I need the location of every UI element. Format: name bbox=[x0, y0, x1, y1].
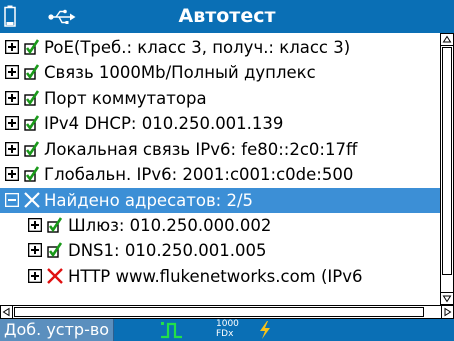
tree-row-link[interactable]: Связь 1000Mb/Полный дуплекс bbox=[0, 60, 440, 85]
fail-x-icon bbox=[47, 268, 63, 284]
expand-plus-icon[interactable] bbox=[5, 91, 19, 105]
pass-check-icon bbox=[47, 242, 63, 258]
expand-plus-icon[interactable] bbox=[5, 65, 19, 79]
expand-plus-icon[interactable] bbox=[5, 40, 19, 54]
tree-row-ipv6-global[interactable]: Глобальн. IPv6: 2001:c001:c0de:500 bbox=[0, 162, 440, 187]
vertical-scrollbar[interactable] bbox=[440, 33, 454, 305]
tree-row-http[interactable]: HTTP www.flukenetworks.com (IPv6 bbox=[0, 264, 440, 289]
tree-row-label: HTTP www.flukenetworks.com (IPv6 bbox=[68, 267, 363, 286]
tree-row-label: DNS1: 010.250.001.005 bbox=[68, 241, 267, 260]
tree-row-label: PoE(Треб.: класс 3, получ.: класс 3) bbox=[44, 38, 351, 57]
pass-check-icon bbox=[24, 39, 40, 55]
pass-check-icon bbox=[24, 166, 40, 182]
tree-row-label: Локальная связь IPv6: fe80::2c0:17ff bbox=[44, 140, 358, 159]
tree-row-label: Связь 1000Mb/Полный дуплекс bbox=[44, 63, 316, 82]
tree-row-gateway[interactable]: Шлюз: 010.250.000.002 bbox=[0, 213, 440, 238]
link-pulse-icon bbox=[161, 322, 182, 339]
pass-check-icon bbox=[24, 115, 40, 131]
fail-x-icon bbox=[24, 192, 40, 208]
tree-row-switch-port[interactable]: Порт коммутатора bbox=[0, 86, 440, 111]
pass-check-icon bbox=[24, 90, 40, 106]
tree-row-ipv4-dhcp[interactable]: IPv4 DHCP: 010.250.001.139 bbox=[0, 111, 440, 136]
tree-row-ipv6-link-local[interactable]: Локальная связь IPv6: fe80::2c0:17ff bbox=[0, 137, 440, 162]
expand-plus-icon[interactable] bbox=[28, 269, 42, 283]
pass-check-icon bbox=[24, 64, 40, 80]
horizontal-scrollbar[interactable] bbox=[0, 305, 454, 319]
tree-row-poe[interactable]: PoE(Треб.: класс 3, получ.: класс 3) bbox=[0, 35, 440, 60]
lightning-icon bbox=[260, 321, 270, 339]
pass-check-icon bbox=[47, 217, 63, 233]
expand-plus-icon[interactable] bbox=[5, 142, 19, 156]
status-bar: Доб. устр-во 1000 FDx bbox=[0, 319, 454, 341]
tree-row-label: Найдено адресатов: 2/5 bbox=[44, 191, 254, 210]
autotest-tree[interactable]: PoE(Треб.: класс 3, получ.: класс 3) Свя… bbox=[0, 33, 440, 305]
scroll-thumb[interactable] bbox=[442, 47, 452, 275]
collapse-minus-icon[interactable] bbox=[5, 193, 19, 207]
tree-row-label: Порт коммутатора bbox=[44, 89, 207, 108]
expand-plus-icon[interactable] bbox=[28, 218, 42, 232]
tree-row-label: Шлюз: 010.250.000.002 bbox=[68, 216, 272, 235]
title-bar: Автотест bbox=[0, 0, 454, 33]
tree-row-label: IPv4 DHCP: 010.250.001.139 bbox=[44, 114, 284, 133]
pass-check-icon bbox=[24, 141, 40, 157]
expand-plus-icon[interactable] bbox=[28, 243, 42, 257]
scroll-thumb[interactable] bbox=[14, 307, 424, 317]
link-speed-label: 1000 bbox=[216, 319, 239, 329]
expand-plus-icon[interactable] bbox=[5, 116, 19, 130]
expand-plus-icon[interactable] bbox=[5, 167, 19, 181]
duplex-label: FDx bbox=[216, 329, 234, 339]
tree-row-dns1[interactable]: DNS1: 010.250.001.005 bbox=[0, 238, 440, 263]
add-device-button[interactable]: Доб. устр-во bbox=[0, 319, 115, 341]
window-title: Автотест bbox=[178, 5, 276, 27]
tree-row-label: Глобальн. IPv6: 2001:c001:c0de:500 bbox=[44, 165, 354, 184]
tree-row-targets-found[interactable]: Найдено адресатов: 2/5 bbox=[0, 188, 440, 213]
